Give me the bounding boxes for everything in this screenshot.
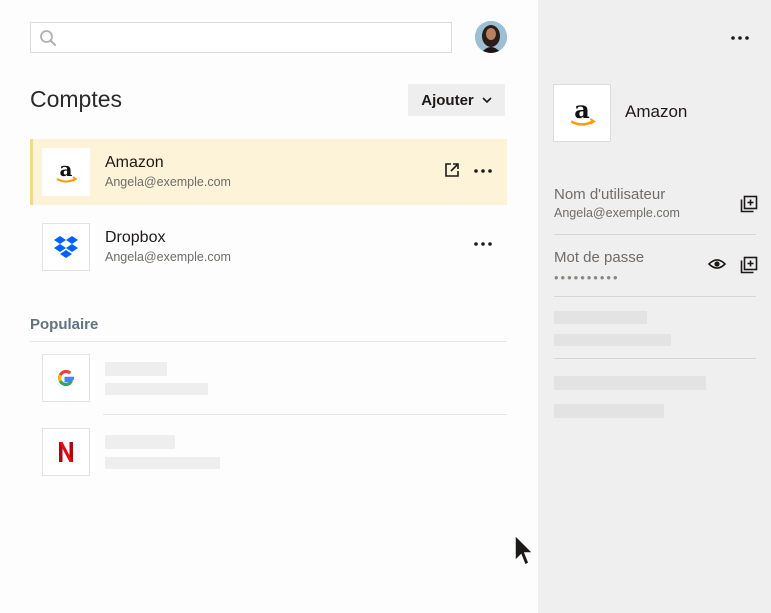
add-button-label: Ajouter xyxy=(421,91,474,109)
divider xyxy=(554,296,756,297)
placeholder-bar xyxy=(554,311,647,324)
placeholder-bar xyxy=(105,457,220,469)
placeholder-bar xyxy=(105,362,167,376)
accounts-pane: Comptes Ajouter a Amazon Angela@exemple.… xyxy=(0,0,538,613)
placeholder-bar xyxy=(105,383,208,395)
detail-account-name: Amazon xyxy=(625,102,688,121)
add-button[interactable]: Ajouter xyxy=(408,84,505,116)
username-label: Nom d'utilisateur xyxy=(554,186,666,203)
avatar-image xyxy=(475,21,507,53)
amazon-logo: a xyxy=(42,148,90,196)
more-options-icon[interactable] xyxy=(730,28,750,48)
divider xyxy=(554,234,756,235)
amazon-logo: a xyxy=(553,84,611,142)
account-email: Angela@exemple.com xyxy=(105,250,231,264)
chevron-down-icon xyxy=(482,97,492,104)
mouse-cursor-icon xyxy=(514,533,535,567)
search-icon xyxy=(40,30,56,46)
divider xyxy=(30,341,507,342)
divider xyxy=(103,414,507,415)
divider xyxy=(554,358,756,359)
placeholder-bar xyxy=(554,334,671,346)
show-password-icon[interactable] xyxy=(708,257,726,271)
placeholder-bar xyxy=(105,435,175,449)
username-value: Angela@exemple.com xyxy=(554,206,680,220)
more-options-icon[interactable] xyxy=(473,161,493,181)
more-options-icon[interactable] xyxy=(473,234,493,254)
google-logo[interactable] xyxy=(42,354,90,402)
password-label: Mot de passe xyxy=(554,249,645,266)
account-row-amazon[interactable]: a Amazon Angela@exemple.com xyxy=(30,139,507,205)
popular-section-label: Populaire xyxy=(30,316,99,333)
account-name: Dropbox xyxy=(105,229,166,246)
avatar[interactable] xyxy=(475,21,507,53)
copy-username-icon[interactable] xyxy=(740,195,758,213)
svg-text:a: a xyxy=(574,95,590,124)
account-row-dropbox[interactable]: Dropbox Angela@exemple.com xyxy=(30,214,507,280)
search-input[interactable] xyxy=(30,22,452,53)
account-name: Amazon xyxy=(105,154,164,171)
detail-panel: a Amazon Nom d'utilisateur Angela@exempl… xyxy=(538,0,771,613)
copy-password-icon[interactable] xyxy=(740,256,758,274)
placeholder-bar xyxy=(554,404,664,418)
external-link-icon[interactable] xyxy=(443,161,461,179)
account-email: Angela@exemple.com xyxy=(105,175,231,189)
page-title: Comptes xyxy=(30,86,123,112)
password-value: •••••••••• xyxy=(554,270,620,285)
netflix-logo[interactable] xyxy=(42,428,90,476)
svg-text:a: a xyxy=(60,157,73,181)
dropbox-logo xyxy=(42,223,90,271)
placeholder-bar xyxy=(554,376,706,390)
